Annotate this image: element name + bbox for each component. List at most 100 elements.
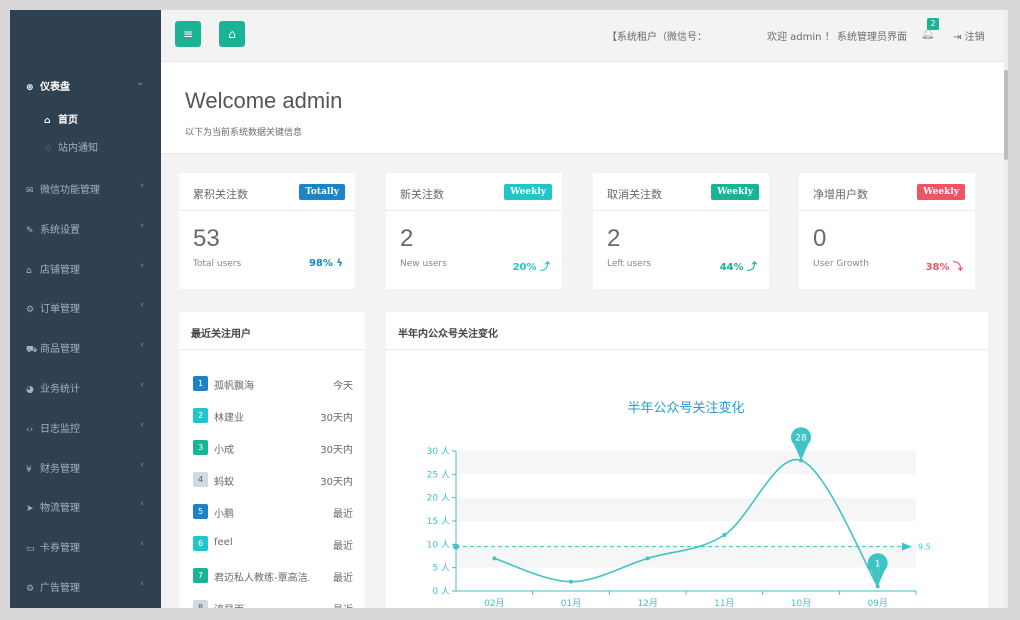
page-subtitle: 以下为当前系统数据关键信息 [185,128,303,138]
user-name: 孤帆飘海 [214,381,254,392]
sidebar-item-home[interactable]: ⌂ 首页 [44,111,154,129]
stat-percent: 98% ϟ [309,258,343,269]
rank-badge: 8 [193,600,208,608]
rank-badge: 7 [193,568,208,583]
top-navbar: ≡ ⌂ 【系统租户（微信号： 欢迎 admin ！ 系统管理员界面 🔔︎ 2 ⇥… [161,10,1008,62]
sidebar-group-dashboard[interactable]: ⊕ 仪表盘 ⌄ [26,78,156,96]
chevron-left-icon: ‹ [140,579,144,589]
x-tick-label: 09月 [867,598,887,608]
follow-time: 最近 [333,601,353,608]
bell-icon: ♢ [44,144,53,154]
chevron-left-icon: ‹ [140,260,144,271]
stat-caption: Left users [607,259,652,269]
chevron-down-icon: ⌄ [136,78,144,88]
stat-caption: New users [400,259,447,269]
list-item[interactable]: 5 小鹏 最近 [193,503,353,521]
list-item[interactable]: 6 feel 最近 [193,535,353,553]
sidebar-group-label: 仪表盘 [40,82,70,93]
period-badge: Weekly [504,184,552,200]
follow-trend-panel: 半年内公众号关注变化 半年公众号关注变化 0 人 5 人 10 人 15 人 20 人 25… [386,312,988,608]
logout-link[interactable]: ⇥ 注销 [953,28,985,43]
stat-title: 净增用户数 [813,188,868,201]
user-name: 蚂蚁 [214,477,234,488]
x-tick-label: 11月 [714,598,734,608]
grid-band [456,544,916,568]
period-badge: Totally [299,184,345,200]
y-tick-label: 5 人 [432,563,450,574]
stat-caption: Total users [193,259,242,269]
follow-time: 30天内 [320,477,353,488]
panel-title: 半年内公众号关注变化 [398,329,498,340]
trend-icon: ⤵ [953,262,963,273]
stat-title: 取消关注数 [607,188,662,201]
percent-value: 44% [719,262,744,273]
grid-band [456,451,916,475]
sidebar-item[interactable]: ✎ 系统设置 ‹ [26,221,156,239]
rank-badge: 2 [193,408,208,423]
follow-time: 最近 [333,573,353,584]
data-point [569,579,573,584]
y-tick-label: 10 人 [427,539,450,550]
sidebar-item[interactable]: ⛟ 商品管理 ‹ [26,340,156,358]
sidebar-item[interactable]: ⚙ 订单管理 ‹ [26,300,156,318]
sidebar-item[interactable]: ✉ 微信功能管理 ‹ [26,181,156,199]
scrollbar-thumb[interactable] [1004,70,1008,160]
stat-card: 取消关注数 Weekly 2 Left users 44% ⤴ [593,173,769,289]
sidebar-item[interactable]: ◕ 业务统计 ‹ [26,380,156,398]
sidebar-item-label: 业务统计 [40,384,80,395]
sidebar-item[interactable]: ⚙ 广告管理 ‹ [26,579,156,597]
stat-value: 2 [400,225,414,252]
list-item[interactable]: 8 流星雨 最近 [193,599,353,608]
list-item[interactable]: 2 林建业 30天内 [193,407,353,425]
sidebar-item-label: 站内通知 [58,143,98,154]
notification-badge: 2 [927,18,939,30]
sidebar-item[interactable]: ⌂ 店铺管理 ‹ [26,261,156,279]
card-icon: ▭ [26,544,35,555]
sidebar-item[interactable]: ➤ 物流管理 ‹ [26,499,156,517]
chart-title: 半年公众号关注变化 [627,400,744,416]
list-item[interactable]: 3 小成 30天内 [193,439,353,457]
stat-card: 净增用户数 Weekly 0 User Growth 38% ⤵ [799,173,975,289]
stat-value: 0 [813,225,827,252]
y-tick-label: 25 人 [427,469,450,480]
rank-badge: 1 [193,376,208,391]
average-start-marker [453,543,459,550]
pie-chart-icon: ◕ [26,385,34,395]
tenant-info: 【系统租户（微信号： [607,32,707,43]
home-button[interactable]: ⌂ [219,21,245,47]
rank-badge: 5 [193,504,208,519]
user-name: 流星雨 [214,601,244,608]
admin-panel-link[interactable]: 系统管理员界面 [837,28,907,43]
stat-percent: 38% ⤵ [926,258,963,273]
menu-toggle-button[interactable]: ≡ [175,21,201,47]
percent-value: 38% [925,262,950,273]
sidebar-item[interactable]: ‹› 日志监控 ‹ [26,420,156,438]
sidebar-item-label: 店铺管理 [40,264,80,276]
list-item[interactable]: 4 蚂蚁 30天内 [193,471,353,489]
main-content: ≡ ⌂ 【系统租户（微信号： 欢迎 admin ！ 系统管理员界面 🔔︎ 2 ⇥… [161,10,1008,608]
stat-caption: User Growth [813,259,869,269]
follow-time: 30天内 [320,413,353,424]
max-marker-label: 28 [795,433,807,443]
sidebar-item-label: 广告管理 [40,583,80,594]
list-item[interactable]: 7 君迈私人教练-覃高洁二 最近 [193,567,353,585]
average-label: 9.5 [918,543,931,552]
code-icon: ‹› [26,424,34,435]
chevron-left-icon: ‹ [140,499,144,510]
cog-icon: ⚙ [26,584,35,594]
stat-title: 累积关注数 [193,188,248,201]
sidebar-item-notifications[interactable]: ♢ 站内通知 [44,139,154,157]
logout-label: 注销 [964,32,985,43]
grid-band [456,497,916,521]
scrollbar[interactable] [1004,10,1008,608]
stat-percent: 44% ⤴ [720,258,757,273]
recent-followers-panel: 最近关注用户 1 孤帆飘海 今天 2 林建业 30天内 3 小成 30天内 4 蚂蚁 30天内 5 小鹏最… [179,312,365,608]
sidebar-item[interactable]: ¥ 财务管理 ‹ [26,460,156,478]
sidebar-item-label: 卡券管理 [40,543,80,555]
sidebar: ⊕ 仪表盘 ⌄ ⌂ 首页 ♢ 站内通知 ✉ 微信功能管理 ‹ ✎ 系统设置 ‹ ⌂ 店铺管理 ‹ ⚙ 订单… [10,10,161,608]
x-tick-label: 12月 [637,598,657,608]
sidebar-item[interactable]: ▭ 卡券管理 ‹ [26,539,156,557]
list-item[interactable]: 1 孤帆飘海 今天 [193,375,353,393]
stat-value: 53 [193,225,220,252]
stat-percent: 20% ⤴ [513,258,550,273]
